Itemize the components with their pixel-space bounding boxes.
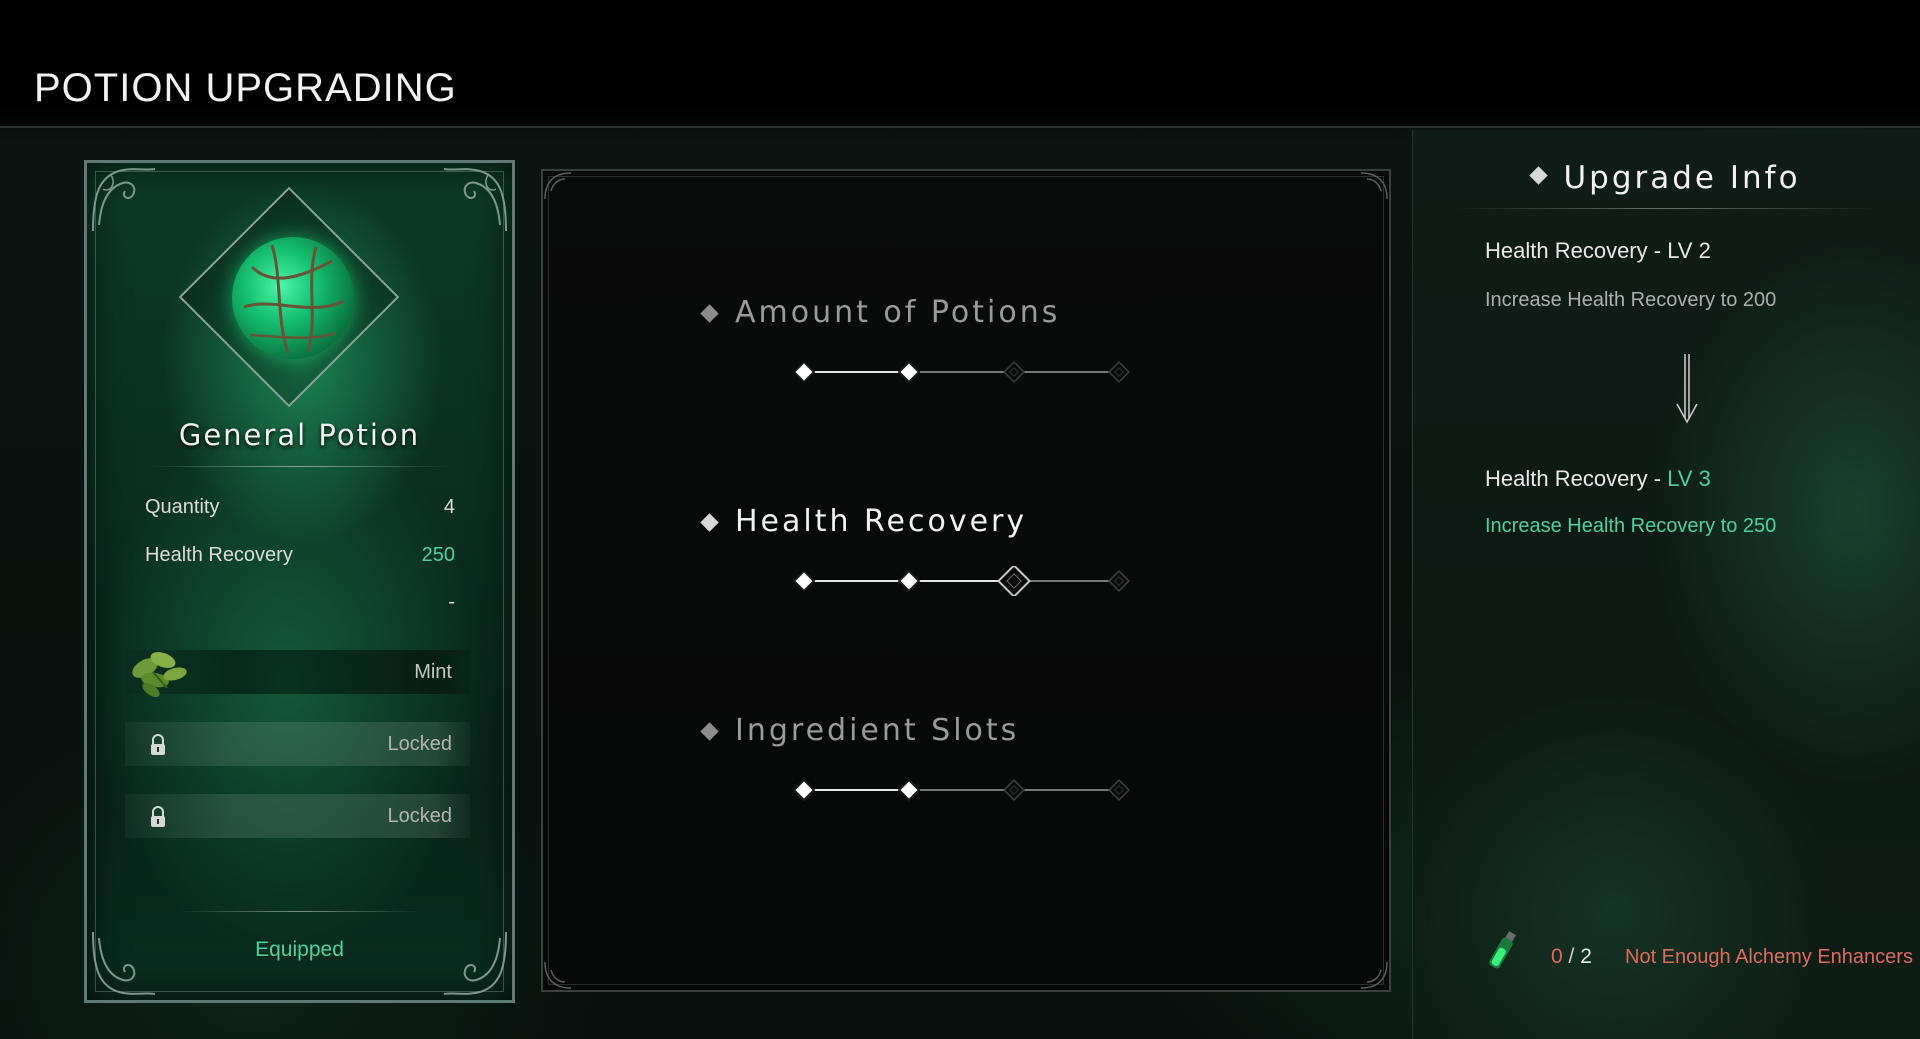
upgrade-tracks-panel: Amount of Potions Health Recovery Ingred… — [541, 169, 1391, 992]
level-node-locked[interactable] — [1003, 361, 1025, 383]
level-node-unlocked[interactable] — [897, 778, 921, 802]
upgrade-info-title: Upgrade Info — [1413, 160, 1920, 196]
ornament-corner — [443, 168, 507, 232]
upgrade-title: Health Recovery — [735, 504, 1028, 539]
level-node-unlocked[interactable] — [897, 360, 921, 384]
mint-leaf-icon — [132, 652, 187, 698]
lock-icon — [151, 806, 165, 827]
upgrade-info-panel: Upgrade Info Health Recovery - LV 2 Incr… — [1412, 130, 1920, 1039]
potion-name: General Potion — [178, 418, 421, 452]
stat-row-empty: - — [145, 591, 455, 621]
ornament-corner — [1360, 961, 1388, 989]
level-node-locked[interactable] — [1108, 779, 1130, 801]
level-node-locked[interactable] — [1003, 779, 1025, 801]
potion-net-overlay — [243, 244, 345, 354]
alchemy-enhancer-vial-icon — [1489, 931, 1516, 969]
enhancer-count: 0 / 2 — [1551, 945, 1592, 968]
level-node-unlocked[interactable] — [792, 778, 816, 802]
next-level-description: Increase Health Recovery to 250 — [1485, 515, 1777, 537]
ornament-corner — [544, 172, 572, 200]
diamond-icon — [1529, 166, 1549, 185]
slot-label: Locked — [387, 733, 453, 755]
divider — [177, 911, 422, 912]
upgrade-level-track — [673, 566, 1263, 596]
equipped-status: Equipped — [255, 938, 344, 961]
page-title: POTION UPGRADING — [34, 66, 457, 110]
stat-label: Quantity — [145, 496, 220, 518]
slot-label: Locked — [387, 805, 453, 827]
ingredient-slot-locked-1[interactable]: Locked — [125, 722, 470, 766]
stat-value: 250 — [421, 544, 455, 566]
lock-icon — [151, 734, 165, 755]
potion-card[interactable]: General Potion Quantity 4 Health Recover… — [84, 160, 515, 1003]
upgrade-title: Amount of Potions — [735, 295, 1061, 330]
stat-value: 4 — [443, 496, 455, 518]
stat-label: Health Recovery — [145, 544, 293, 566]
slot-label: Mint — [414, 661, 452, 683]
upgrade-level-track — [673, 778, 1263, 802]
header-bar: POTION UPGRADING — [0, 0, 1920, 128]
level-node-locked[interactable] — [1108, 570, 1130, 592]
arrow-down-icon — [1676, 354, 1698, 424]
ornament-corner — [544, 961, 572, 989]
upgrade-level-track — [673, 360, 1263, 384]
upgrade-title: Ingredient Slots — [735, 713, 1020, 748]
level-node-unlocked[interactable] — [897, 569, 921, 593]
ornament-corner — [92, 168, 156, 232]
divider — [147, 466, 452, 467]
ingredient-slot-mint[interactable]: Mint — [125, 650, 470, 698]
level-node-unlocked[interactable] — [792, 569, 816, 593]
ornament-corner — [1360, 172, 1388, 200]
stat-row-health-recovery: Health Recovery 250 — [145, 544, 455, 574]
stat-value: - — [448, 591, 455, 613]
next-level-label: Health Recovery - LV 3 — [1485, 466, 1711, 491]
divider — [1453, 208, 1880, 209]
ingredient-slot-locked-2[interactable]: Locked — [125, 794, 470, 838]
not-enough-enhancers-message: Not Enough Alchemy Enhancers — [1625, 946, 1913, 968]
level-node-locked[interactable] — [1108, 361, 1130, 383]
current-level-label: Health Recovery - LV 2 — [1485, 238, 1711, 263]
level-node-unlocked[interactable] — [792, 360, 816, 384]
stat-row-quantity: Quantity 4 — [145, 496, 455, 526]
current-level-description: Increase Health Recovery to 200 — [1485, 289, 1777, 311]
level-node-selected[interactable] — [997, 566, 1031, 596]
